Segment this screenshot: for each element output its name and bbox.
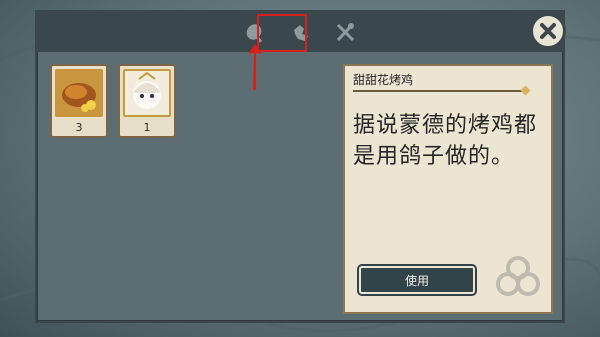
item-description: 据说蒙德的烤鸡都是用鸽子做的。 <box>353 113 538 169</box>
item-grid: 3 1 <box>50 64 176 138</box>
character-portrait-icon <box>123 69 171 117</box>
tab-tools[interactable] <box>333 21 357 45</box>
use-button[interactable]: 使用 <box>357 264 477 296</box>
pointer-arrow <box>248 44 262 90</box>
inventory-panel: 3 1 甜甜花烤鸡 据说蒙德的烤鸡都是用鸽子做的。 使用 <box>35 10 566 323</box>
item-detail-card: 甜甜花烤鸡 据说蒙德的烤鸡都是用鸽子做的。 使用 <box>343 64 553 314</box>
title-divider <box>353 90 525 92</box>
item-count: 1 <box>143 121 151 134</box>
roast-chicken-icon <box>55 69 103 117</box>
close-icon <box>540 23 556 39</box>
item-slot-paimon-badge[interactable]: 1 <box>118 64 176 138</box>
close-button[interactable] <box>530 13 566 49</box>
tab-bar <box>37 12 563 52</box>
tools-icon <box>336 23 355 42</box>
item-slot-roast-chicken[interactable]: 3 <box>50 64 108 138</box>
emblem-icon <box>496 256 540 296</box>
item-title: 甜甜花烤鸡 <box>353 73 414 87</box>
item-count: 3 <box>75 121 83 134</box>
